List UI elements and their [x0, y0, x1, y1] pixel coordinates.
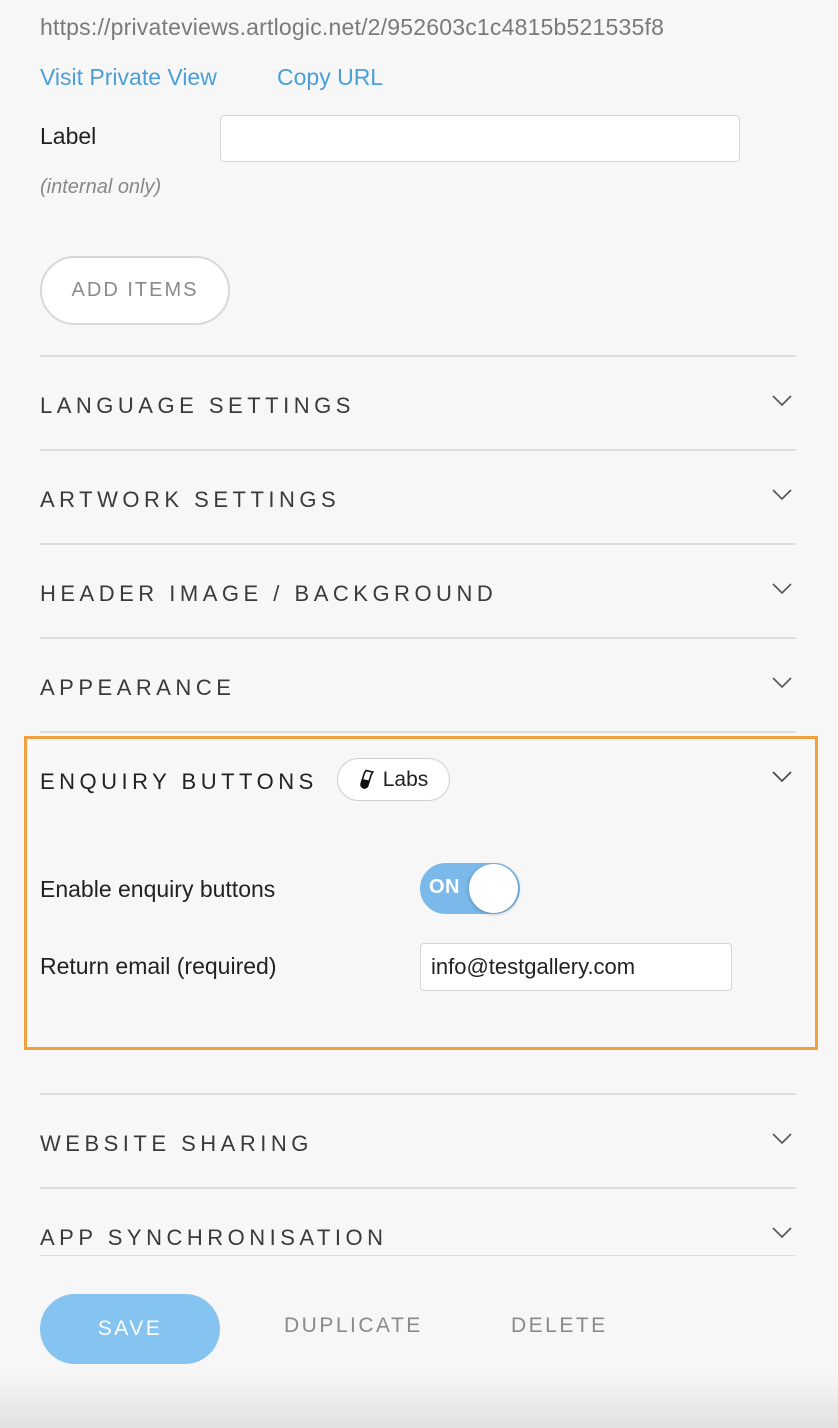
private-view-settings-panel: https://privateviews.artlogic.net/2/9526… — [0, 0, 838, 1428]
chevron-down-icon[interactable] — [772, 1227, 792, 1239]
divider — [40, 355, 796, 357]
chevron-down-icon[interactable] — [772, 583, 792, 595]
private-view-url: https://privateviews.artlogic.net/2/9526… — [40, 14, 665, 40]
divider — [40, 1093, 796, 1095]
section-website-sharing[interactable]: WEBSITE SHARING — [40, 1131, 313, 1157]
return-email-label: Return email (required) — [40, 953, 277, 979]
section-header-image[interactable]: HEADER IMAGE / BACKGROUND — [40, 581, 497, 607]
toggle-on-text: ON — [429, 876, 460, 898]
divider — [40, 543, 796, 545]
visit-private-view-link[interactable]: Visit Private View — [40, 64, 217, 91]
label-field-label: Label — [40, 123, 97, 149]
chevron-down-icon[interactable] — [772, 489, 792, 501]
section-enquiry-buttons[interactable]: ENQUIRY BUTTONS — [40, 769, 318, 795]
add-items-button[interactable]: ADD ITEMS — [40, 256, 230, 325]
section-appearance[interactable]: APPEARANCE — [40, 675, 235, 701]
chevron-up-icon[interactable] — [772, 771, 792, 783]
chevron-down-icon[interactable] — [772, 1133, 792, 1145]
flask-icon — [359, 769, 375, 791]
divider — [40, 449, 796, 451]
toggle-knob — [469, 864, 518, 913]
bottom-scroll-fade — [0, 1372, 838, 1428]
section-artwork-settings[interactable]: ARTWORK SETTINGS — [40, 487, 340, 513]
divider — [40, 1187, 796, 1189]
duplicate-button[interactable]: DUPLICATE — [284, 1314, 423, 1338]
section-app-synchronisation[interactable]: APP SYNCHRONISATION — [40, 1225, 388, 1251]
divider — [40, 637, 796, 639]
copy-url-link[interactable]: Copy URL — [277, 64, 383, 91]
divider — [40, 1255, 796, 1256]
save-button[interactable]: SAVE — [40, 1294, 220, 1364]
delete-button[interactable]: DELETE — [511, 1314, 608, 1338]
labs-badge: Labs — [337, 758, 450, 801]
labs-badge-label: Labs — [382, 767, 429, 791]
enable-enquiry-toggle[interactable]: ON — [420, 863, 520, 914]
divider — [40, 731, 796, 733]
enable-enquiry-label: Enable enquiry buttons — [40, 876, 276, 902]
label-input[interactable] — [220, 115, 740, 162]
chevron-down-icon[interactable] — [772, 395, 792, 407]
internal-only-note: (internal only) — [40, 176, 162, 198]
return-email-input[interactable] — [420, 943, 732, 991]
chevron-down-icon[interactable] — [772, 677, 792, 689]
section-language-settings[interactable]: LANGUAGE SETTINGS — [40, 393, 355, 419]
